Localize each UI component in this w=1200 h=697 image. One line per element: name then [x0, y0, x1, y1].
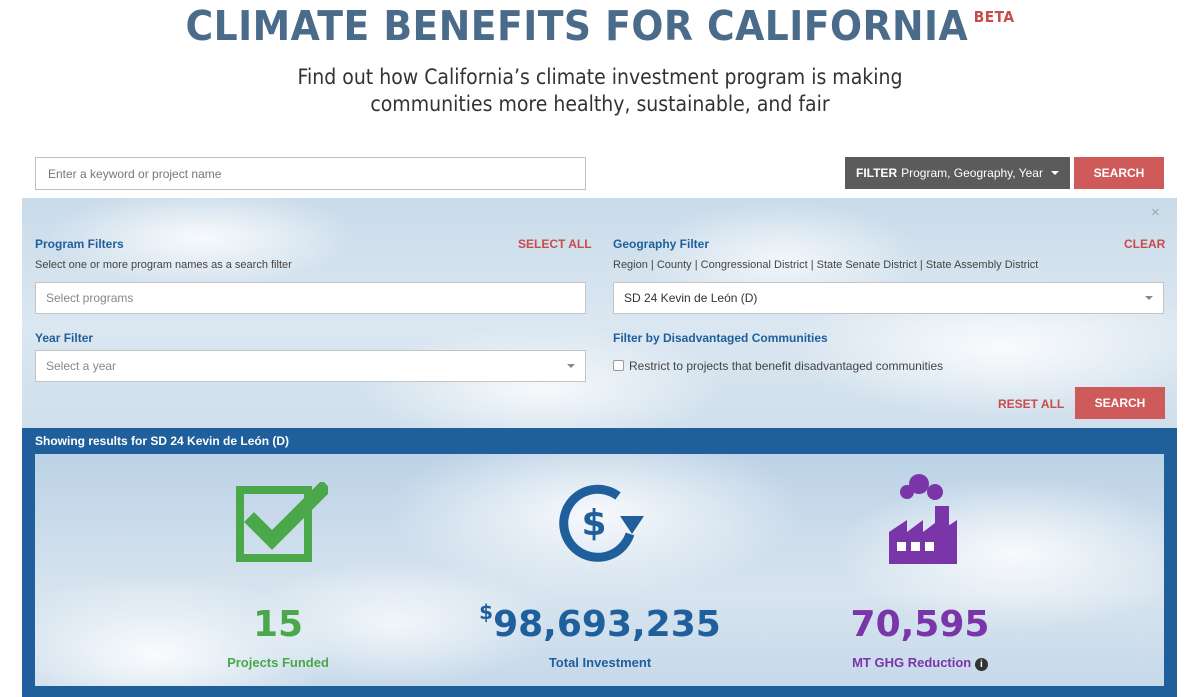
page-title-text: CLIMATE BENEFITS FOR CALIFORNIA: [185, 2, 969, 50]
results-label: Showing results for SD 24 Kevin de León …: [35, 434, 290, 448]
disadvantaged-checkbox[interactable]: [613, 360, 624, 371]
close-icon[interactable]: ×: [1151, 204, 1160, 221]
program-filters-label: Program Filters: [35, 237, 124, 251]
filter-toggle-button[interactable]: FILTER Program, Geography, Year: [845, 157, 1070, 189]
select-all-link[interactable]: SELECT ALL: [518, 237, 592, 251]
factory-icon: [889, 474, 957, 564]
currency-symbol: $: [479, 600, 494, 624]
page-subtitle: Find out how California’s climate invest…: [297, 65, 903, 116]
program-select-placeholder: Select programs: [46, 291, 134, 305]
disadvantaged-filter-label: Filter by Disadvantaged Communities: [613, 331, 828, 345]
caret-down-icon: [1050, 171, 1059, 175]
checkbox-check-icon: [236, 482, 328, 562]
geography-select-value: SD 24 Kevin de León (D): [624, 291, 758, 305]
year-filter-label: Year Filter: [35, 331, 94, 345]
projects-funded-caption: Projects Funded: [227, 655, 329, 670]
geography-filter-label: Geography Filter: [613, 237, 710, 251]
program-filters-hint: Select one or more program names as a se…: [35, 259, 292, 271]
svg-text:$: $: [581, 503, 606, 544]
info-icon[interactable]: i: [974, 658, 988, 671]
beta-badge: BETA: [973, 8, 1015, 26]
ghg-reduction-caption-text: MT GHG Reduction: [852, 655, 972, 670]
chevron-down-icon: [567, 364, 575, 368]
ghg-reduction-value: 70,595: [850, 604, 990, 645]
projects-funded-value: 15: [252, 604, 304, 645]
keyword-search-input[interactable]: [35, 157, 586, 190]
year-select-placeholder: Select a year: [46, 359, 117, 373]
total-investment-value: $98,693,235: [460, 600, 740, 645]
filter-button-sublabel: Program, Geography, Year: [901, 166, 1043, 180]
ghg-reduction-caption: MT GHG Reduction i: [820, 655, 1020, 671]
program-select[interactable]: Select programs: [35, 282, 586, 314]
disadvantaged-checkbox-label: Restrict to projects that benefit disadv…: [629, 359, 944, 373]
reset-all-link[interactable]: RESET ALL: [998, 397, 1064, 411]
geography-select[interactable]: SD 24 Kevin de León (D): [613, 282, 1164, 314]
search-button[interactable]: SEARCH: [1074, 157, 1164, 189]
total-investment-caption: Total Investment: [548, 655, 652, 670]
clear-link[interactable]: CLEAR: [1124, 237, 1165, 251]
filter-search-button[interactable]: SEARCH: [1075, 387, 1165, 419]
year-select[interactable]: Select a year: [35, 350, 586, 382]
filter-button-label: FILTER: [856, 166, 898, 180]
total-investment-amount: 98,693,235: [493, 604, 721, 645]
geography-filter-hint: Region | County | Congressional District…: [613, 259, 1039, 271]
dollar-cycle-icon: $: [559, 484, 644, 562]
page-title: CLIMATE BENEFITS FOR CALIFORNIA BETA: [48, 2, 1152, 50]
chevron-down-icon: [1145, 296, 1153, 300]
